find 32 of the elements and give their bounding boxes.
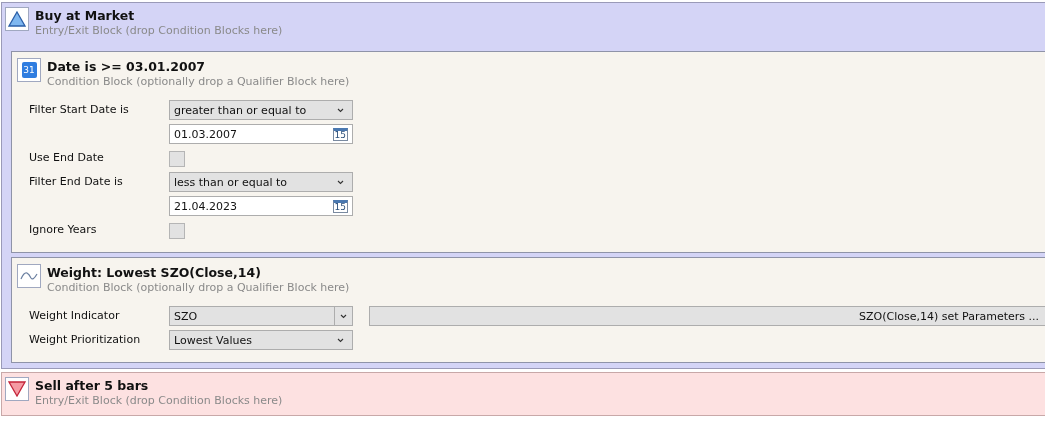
calendar-icon: 31: [21, 62, 37, 78]
block-title: Sell after 5 bars: [35, 377, 150, 394]
dropdown[interactable]: less than or equal to: [169, 172, 353, 192]
dropdown[interactable]: Lowest Values: [169, 330, 353, 350]
calendar-icon: 15: [332, 127, 348, 141]
calendar-icon: 15: [332, 199, 348, 213]
field-label: Weight Indicator: [29, 309, 120, 322]
chevron-down-icon: [337, 107, 344, 113]
dropdown-button[interactable]: [335, 306, 353, 326]
checkbox[interactable]: [169, 223, 185, 239]
checkbox[interactable]: [169, 151, 185, 167]
field-label: Filter Start Date is: [29, 103, 129, 116]
condition-title: Date is >= 03.01.2007: [47, 58, 207, 75]
chevron-down-icon: [337, 179, 344, 185]
wave-icon: [20, 271, 38, 281]
field-label: Filter End Date is: [29, 175, 123, 188]
chevron-down-icon: [340, 313, 347, 319]
field-label: Ignore Years: [29, 223, 97, 236]
field-label: Weight Prioritization: [29, 333, 141, 346]
block-subtitle: Entry/Exit Block (drop Condition Blocks here): [35, 24, 283, 38]
condition-title: Weight: Lowest SZO(Close,14): [47, 264, 262, 281]
parameters-button[interactable]: SZO(Close,14) set Parameters ...: [369, 306, 1045, 326]
condition-subtitle: Condition Block (optionally drop a Qualifier Block here): [47, 75, 350, 89]
date-field[interactable]: 21.04.2023 15: [169, 196, 353, 216]
block-subtitle: Entry/Exit Block (drop Condition Blocks here): [35, 394, 283, 408]
chevron-down-icon: [337, 337, 344, 343]
block-title: Buy at Market: [35, 7, 136, 24]
date-field[interactable]: 01.03.2007 15: [169, 124, 353, 144]
dropdown[interactable]: greater than or equal to: [169, 100, 353, 120]
condition-subtitle: Condition Block (optionally drop a Qualifier Block here): [47, 281, 350, 295]
dropdown[interactable]: SZO: [169, 306, 335, 326]
field-label: Use End Date: [29, 151, 104, 164]
